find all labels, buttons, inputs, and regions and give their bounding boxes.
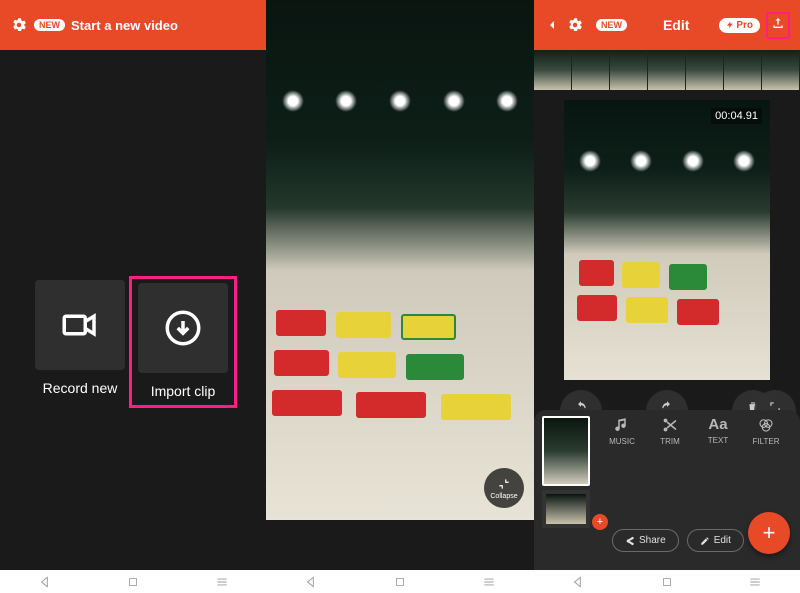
clip-thumbnail[interactable] [542,416,590,486]
edit-label: Edit [714,535,731,546]
scissors-icon [661,416,679,434]
market-table [266,270,534,450]
editor-body: 00:04.91 Undo Redo Delete Expand [534,50,800,570]
thumb[interactable] [610,50,648,90]
export-button[interactable] [766,12,790,39]
share-label: Share [639,535,666,546]
scene-image [266,0,534,520]
panel-start-body: Record new Import clip [0,50,266,570]
pro-badge[interactable]: Pro [719,18,760,33]
header-title: Start a new video [71,18,178,33]
header-editor: NEW Edit Pro [534,0,800,50]
clip-strip[interactable] [542,490,590,528]
thumb[interactable] [724,50,762,90]
camera-icon [59,304,101,346]
gear-icon[interactable] [10,16,28,34]
thumb[interactable] [572,50,610,90]
pill-row: Share Edit [612,529,744,552]
panel-start: NEW Start a new video Record new Import … [0,0,266,570]
nav-recent-icon[interactable] [482,575,496,589]
music-icon [613,416,631,434]
nav-back-icon[interactable] [304,575,318,589]
video-preview[interactable]: Collapse [266,0,534,520]
timeline-thumbs[interactable] [534,50,800,90]
thumb[interactable] [686,50,724,90]
tab-filter-label: FILTER [753,437,780,446]
bolt-icon [726,21,734,29]
nav-home-icon[interactable] [127,576,139,588]
android-nav [0,570,267,593]
export-icon [770,16,786,32]
add-clip-mini[interactable]: + [592,514,608,530]
import-clip-tile[interactable] [138,283,228,373]
editor-title: Edit [639,17,713,33]
share-button[interactable]: Share [612,529,679,552]
tab-text[interactable]: Aa TEXT [694,416,742,446]
nav-back-icon[interactable] [38,575,52,589]
record-new-tile[interactable] [35,280,125,370]
text-icon: Aa [708,416,727,433]
thumb[interactable] [534,50,572,90]
new-badge: NEW [596,19,627,31]
header-start: NEW Start a new video [0,0,266,50]
tab-trim[interactable]: TRIM [646,416,694,446]
record-new-block[interactable]: Record new [35,280,125,402]
filter-icon [757,416,775,434]
panel-preview: Collapse [266,0,534,570]
pro-label: Pro [736,20,753,31]
import-clip-label: Import clip [151,383,216,399]
collapse-label: Collapse [490,493,517,500]
android-nav [267,570,534,593]
panel-editor: NEW Edit Pro [534,0,800,570]
tab-text-label: TEXT [708,436,728,445]
ceiling-lights [564,150,770,190]
tab-music[interactable]: MUSIC [598,416,646,446]
add-fab[interactable]: + [748,512,790,554]
thumb[interactable] [762,50,800,90]
ceiling-lights [266,90,534,130]
android-nav [533,570,800,593]
android-nav-row [0,570,800,593]
timestamp: 00:04.91 [711,108,762,124]
tab-trim-label: TRIM [660,437,680,446]
collapse-button[interactable]: Collapse [484,468,524,508]
pencil-icon [700,536,710,546]
nav-recent-icon[interactable] [748,575,762,589]
nav-back-icon[interactable] [571,575,585,589]
import-clip-block[interactable]: Import clip [129,276,237,408]
nav-home-icon[interactable] [394,576,406,588]
gear-icon[interactable] [566,16,584,34]
editor-preview[interactable]: 00:04.91 [534,90,800,390]
nav-recent-icon[interactable] [215,575,229,589]
tab-filter[interactable]: FILTER [742,416,790,446]
thumb[interactable] [648,50,686,90]
tab-music-label: MUSIC [609,437,635,446]
nav-home-icon[interactable] [661,576,673,588]
share-icon [625,536,635,546]
back-icon[interactable] [544,17,560,33]
editor-sheet: + MUSIC TRIM Aa TEXT [534,410,800,570]
preview-frame [564,100,770,380]
collapse-icon [497,477,511,491]
new-badge: NEW [34,19,65,31]
edit-button[interactable]: Edit [687,529,744,552]
record-new-label: Record new [43,380,118,396]
download-circle-icon [162,307,204,349]
tile-row: Record new Import clip [0,280,266,402]
